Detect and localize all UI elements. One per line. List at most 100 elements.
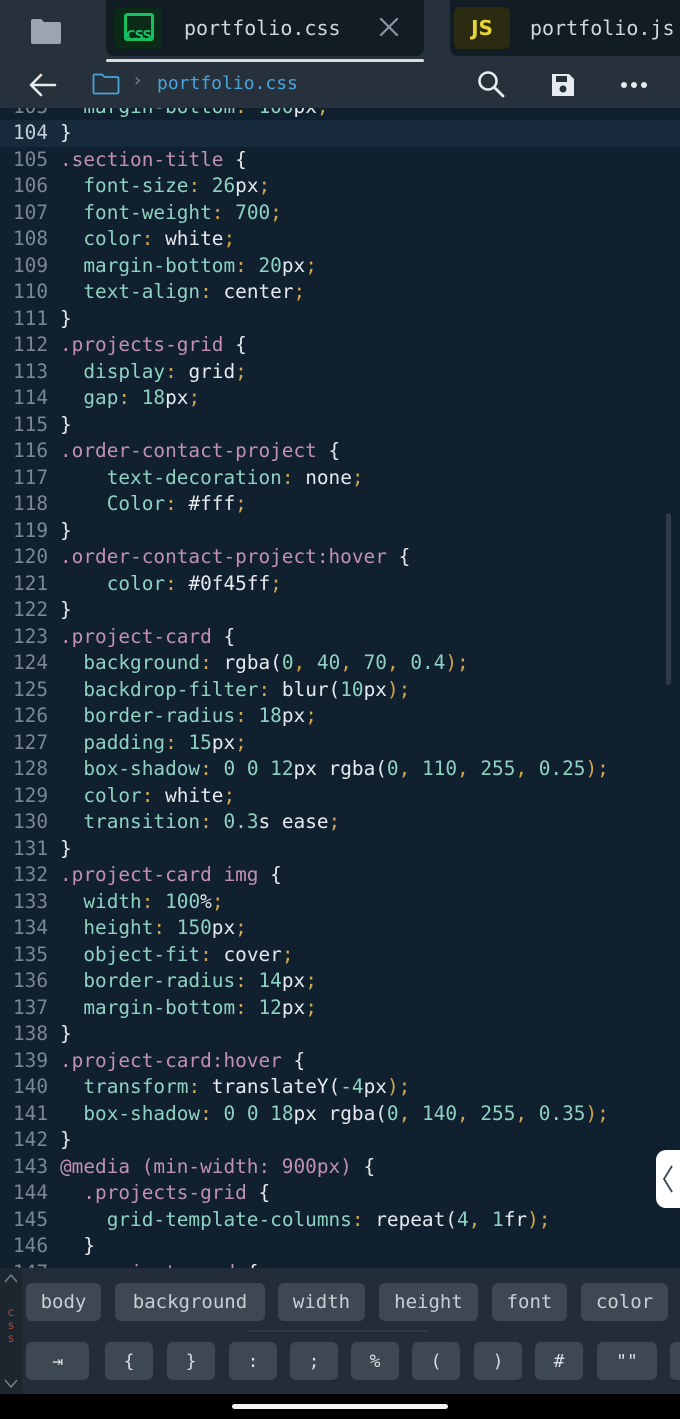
key-hash[interactable]: # xyxy=(535,1342,583,1380)
code-text[interactable]: .section-title { xyxy=(60,147,247,174)
chevron-up-icon[interactable] xyxy=(3,1272,19,1284)
code-text[interactable]: width: 100%; xyxy=(60,889,223,916)
code-text[interactable]: } xyxy=(60,1021,72,1048)
code-line[interactable]: 112 .projects-grid { xyxy=(0,332,680,359)
code-text[interactable]: background: rgba(0, 40, 70, 0.4); xyxy=(60,650,468,677)
code-text[interactable]: box-shadow: 0 0 12px rgba(0, 110, 255, 0… xyxy=(60,756,608,783)
code-line[interactable]: 114 gap: 18px; xyxy=(0,385,680,412)
code-text[interactable]: box-shadow: 0 0 18px rgba(0, 140, 255, 0… xyxy=(60,1101,608,1128)
code-text[interactable]: border-radius: 14px; xyxy=(60,968,317,995)
close-icon[interactable] xyxy=(374,12,404,42)
code-text[interactable]: } xyxy=(60,412,72,439)
code-line[interactable]: 142} xyxy=(0,1127,680,1154)
code-text[interactable]: grid-template-columns: repeat(4, 1fr); xyxy=(60,1207,551,1234)
code-line[interactable]: 135 object-fit: cover; xyxy=(0,942,680,969)
code-line[interactable]: 131} xyxy=(0,836,680,863)
snippet-background[interactable]: background xyxy=(115,1283,265,1321)
snippet-height[interactable]: height xyxy=(379,1283,478,1321)
code-line[interactable]: 109 margin-bottom: 20px; xyxy=(0,253,680,280)
code-line[interactable]: 147 .project-card { xyxy=(0,1260,680,1269)
key-percent[interactable]: % xyxy=(351,1342,399,1380)
code-lines[interactable]: 103 margin-bottom: 100px;104}105.section… xyxy=(0,108,680,1268)
key-colon[interactable]: : xyxy=(229,1342,277,1380)
code-text[interactable]: .projects-grid { xyxy=(60,1180,270,1207)
code-line[interactable]: 143 @media (min-width: 900px) { xyxy=(0,1154,680,1181)
code-line[interactable]: 116 .order-contact-project { xyxy=(0,438,680,465)
folder-icon[interactable] xyxy=(92,73,120,95)
code-line[interactable]: 125 backdrop-filter: blur(10px); xyxy=(0,677,680,704)
code-text[interactable]: transition: 0.3s ease; xyxy=(60,809,340,836)
code-line[interactable]: 117 text-decoration: none; xyxy=(0,465,680,492)
code-text[interactable]: } xyxy=(60,1127,72,1154)
code-line[interactable]: 146 } xyxy=(0,1233,680,1260)
code-line[interactable]: 137 margin-bottom: 12px; xyxy=(0,995,680,1022)
code-line[interactable]: 124 background: rgba(0, 40, 70, 0.4); xyxy=(0,650,680,677)
code-text[interactable]: margin-bottom: 20px; xyxy=(60,253,317,280)
code-line[interactable]: 115} xyxy=(0,412,680,439)
code-text[interactable]: font-weight: 700; xyxy=(60,200,282,227)
code-line[interactable]: 139 .project-card:hover { xyxy=(0,1048,680,1075)
code-line[interactable]: 140 transform: translateY(-4px); xyxy=(0,1074,680,1101)
code-text[interactable]: border-radius: 18px; xyxy=(60,703,317,730)
code-line[interactable]: 104} xyxy=(0,120,680,147)
key-close-paren[interactable]: ) xyxy=(474,1342,522,1380)
code-line[interactable]: 145 grid-template-columns: repeat(4, 1fr… xyxy=(0,1207,680,1234)
code-text[interactable]: transform: translateY(-4px); xyxy=(60,1074,410,1101)
code-line[interactable]: 130 transition: 0.3s ease; xyxy=(0,809,680,836)
tab-portfolio-css[interactable]: CSS portfolio.css xyxy=(106,0,424,62)
code-text[interactable]: } xyxy=(60,836,72,863)
code-editor[interactable]: 103 margin-bottom: 100px;104}105.section… xyxy=(0,108,680,1268)
key-more[interactable] xyxy=(670,1342,680,1380)
breadcrumb[interactable]: portfolio.css xyxy=(157,73,298,94)
code-text[interactable]: } xyxy=(60,518,72,545)
snippet-color[interactable]: color xyxy=(581,1283,668,1321)
code-text[interactable]: height: 150px; xyxy=(60,915,246,942)
code-line[interactable]: 107 font-weight: 700; xyxy=(0,200,680,227)
code-text[interactable]: } xyxy=(60,120,72,147)
code-text[interactable]: margin-bottom: 100px; xyxy=(60,108,328,120)
code-line[interactable]: 132 .project-card img { xyxy=(0,862,680,889)
code-text[interactable]: color: #0f45ff; xyxy=(60,571,282,598)
code-text[interactable]: .project-card:hover { xyxy=(60,1048,305,1075)
code-line[interactable]: 108 color: white; xyxy=(0,226,680,253)
code-line[interactable]: 136 border-radius: 14px; xyxy=(0,968,680,995)
code-line[interactable]: 134 height: 150px; xyxy=(0,915,680,942)
code-line[interactable]: 123 .project-card { xyxy=(0,624,680,651)
code-text[interactable]: } xyxy=(60,1233,95,1260)
code-text[interactable]: font-size: 26px; xyxy=(60,173,270,200)
code-line[interactable]: 106 font-size: 26px; xyxy=(0,173,680,200)
code-text[interactable]: Color: #fff; xyxy=(60,491,247,518)
code-text[interactable]: } xyxy=(60,306,72,333)
code-text[interactable]: color: white; xyxy=(60,226,235,253)
code-line[interactable]: 103 margin-bottom: 100px; xyxy=(0,108,680,120)
snippet-width[interactable]: width xyxy=(278,1283,365,1321)
save-icon[interactable] xyxy=(548,70,578,100)
chevron-down-icon[interactable] xyxy=(3,1378,19,1390)
code-text[interactable]: padding: 15px; xyxy=(60,730,247,757)
key-open-brace[interactable]: { xyxy=(105,1342,153,1380)
vertical-scrollbar[interactable] xyxy=(666,513,671,685)
code-text[interactable]: color: white; xyxy=(60,783,235,810)
code-text[interactable]: .project-card img { xyxy=(60,862,282,889)
key-close-brace[interactable]: } xyxy=(167,1342,215,1380)
snippet-font[interactable]: font xyxy=(492,1283,567,1321)
language-switcher[interactable]: CSS xyxy=(0,1268,22,1394)
code-line[interactable]: 113 display: grid; xyxy=(0,359,680,386)
search-icon[interactable] xyxy=(476,69,506,99)
code-text[interactable]: .order-contact-project { xyxy=(60,438,340,465)
snippet-body[interactable]: body xyxy=(26,1283,101,1321)
code-line[interactable]: 144 .projects-grid { xyxy=(0,1180,680,1207)
code-line[interactable]: 122} xyxy=(0,597,680,624)
code-line[interactable]: 120 .order-contact-project:hover { xyxy=(0,544,680,571)
code-text[interactable]: display: grid; xyxy=(60,359,246,386)
code-line[interactable]: 138} xyxy=(0,1021,680,1048)
code-line[interactable]: 119} xyxy=(0,518,680,545)
more-icon[interactable] xyxy=(620,70,650,100)
code-line[interactable]: 111} xyxy=(0,306,680,333)
home-gesture-pill[interactable] xyxy=(232,1404,448,1409)
code-text[interactable]: .project-card { xyxy=(60,624,235,651)
code-line[interactable]: 126 border-radius: 18px; xyxy=(0,703,680,730)
code-text[interactable]: backdrop-filter: blur(10px); xyxy=(60,677,410,704)
code-line[interactable]: 128 box-shadow: 0 0 12px rgba(0, 110, 25… xyxy=(0,756,680,783)
code-text[interactable]: .projects-grid { xyxy=(60,332,247,359)
